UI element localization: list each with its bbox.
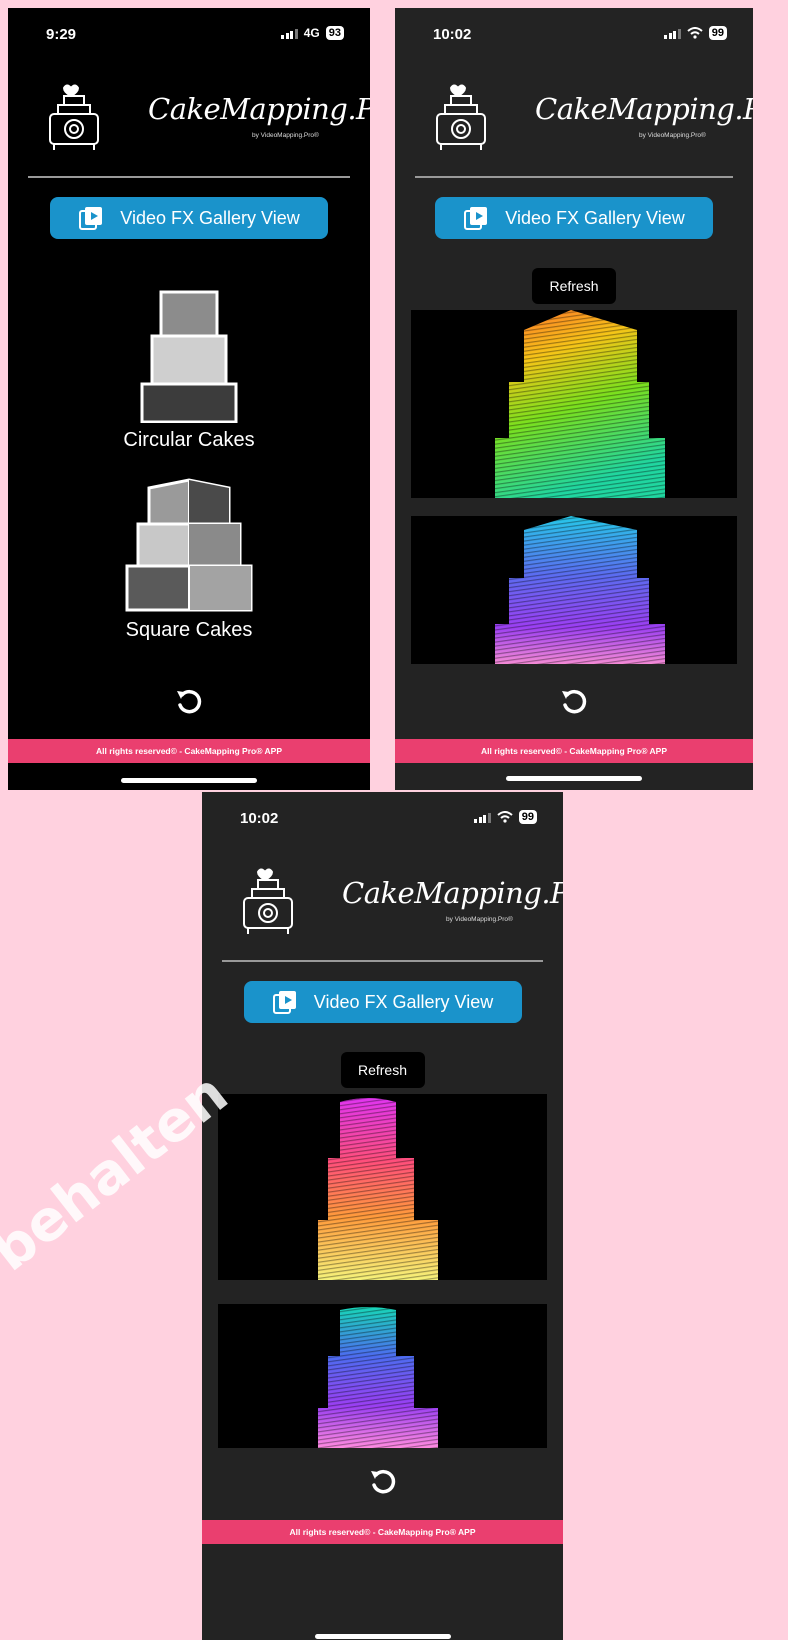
- square-cakes-option[interactable]: Square Cakes: [8, 478, 370, 642]
- circular-cake-icon: [140, 290, 238, 423]
- footer-bar: All rights reserved© - CakeMapping Pro® …: [395, 739, 753, 763]
- signal-icon: [281, 28, 298, 39]
- refresh-button[interactable]: Refresh: [340, 1052, 425, 1088]
- video-gallery-icon: [272, 991, 296, 1014]
- video-fx-gallery-button[interactable]: Video FX Gallery View: [50, 197, 328, 239]
- undo-icon[interactable]: [368, 1466, 398, 1496]
- header-divider: [415, 176, 733, 178]
- home-indicator[interactable]: [506, 776, 642, 781]
- status-time: 9:29: [46, 26, 77, 43]
- video-preview-2[interactable]: [218, 1304, 547, 1448]
- video-fx-gallery-button[interactable]: Video FX Gallery View: [435, 197, 713, 239]
- home-indicator[interactable]: [121, 778, 257, 783]
- undo-icon[interactable]: [174, 686, 204, 716]
- brand-logo: CakeMapping.Pro©: [148, 92, 370, 126]
- video-gallery-icon: [79, 207, 103, 230]
- network-type: 4G: [303, 26, 320, 40]
- video-preview-1[interactable]: [218, 1094, 547, 1280]
- brand-subtitle: by VideoMapping.Pro®: [446, 916, 513, 923]
- status-indicators: 99: [664, 26, 727, 40]
- app-header: CakeMapping.Pro© by VideoMapping.Pro®: [395, 82, 753, 160]
- battery-icon: 99: [708, 26, 727, 40]
- wifi-icon: [497, 811, 513, 823]
- brand-subtitle: by VideoMapping.Pro®: [252, 132, 319, 139]
- video-fx-gallery-label: Video FX Gallery View: [120, 207, 300, 228]
- square-cake-icon: [125, 478, 253, 612]
- wifi-icon: [687, 27, 703, 39]
- cake-camera-icon: [243, 868, 293, 934]
- status-indicators: 4G 93: [281, 26, 344, 40]
- video-fx-gallery-button[interactable]: Video FX Gallery View: [243, 981, 522, 1023]
- brand-logo: CakeMapping.Pro©: [342, 876, 563, 910]
- circular-cakes-option[interactable]: Circular Cakes: [8, 288, 370, 452]
- battery-icon: 93: [325, 26, 344, 40]
- phone-gallery-screen-2: 10:02 99 CakeMapping.Pro© by VideoMappin…: [202, 792, 563, 1640]
- phone-gallery-screen-1: 10:02 99 CakeMapping.Pro© by VideoMappin…: [395, 8, 753, 790]
- phone-home-screen: 9:29 4G 93 CakeMapping.Pro© by VideoMapp…: [8, 8, 370, 790]
- app-header: CakeMapping.Pro© by VideoMapping.Pro®: [202, 866, 563, 944]
- video-gallery-icon: [464, 207, 488, 230]
- circular-cakes-label: Circular Cakes: [123, 429, 255, 451]
- signal-icon: [664, 28, 681, 39]
- header-divider: [28, 176, 350, 178]
- footer-bar: All rights reserved© - CakeMapping Pro® …: [202, 1520, 563, 1544]
- video-fx-gallery-label: Video FX Gallery View: [313, 991, 494, 1012]
- signal-icon: [474, 812, 491, 823]
- purple-square-cake-preview: [495, 516, 665, 664]
- video-fx-gallery-label: Video FX Gallery View: [505, 207, 685, 228]
- header-divider: [222, 960, 543, 962]
- rainbow-square-cake-preview: [495, 310, 665, 498]
- battery-icon: 99: [518, 810, 537, 824]
- cyan-purple-round-cake-preview: [318, 1307, 438, 1448]
- video-preview-1[interactable]: [411, 310, 737, 498]
- refresh-button[interactable]: Refresh: [532, 268, 616, 304]
- status-time: 10:02: [240, 810, 279, 827]
- brand-subtitle: by VideoMapping.Pro®: [639, 132, 706, 139]
- video-preview-2[interactable]: [411, 516, 737, 664]
- home-indicator[interactable]: [314, 1634, 451, 1639]
- status-indicators: 99: [474, 810, 537, 824]
- square-cakes-label: Square Cakes: [125, 619, 253, 641]
- undo-icon[interactable]: [559, 686, 589, 716]
- cake-camera-icon: [436, 84, 486, 150]
- app-header: CakeMapping.Pro© by VideoMapping.Pro®: [8, 82, 370, 160]
- cake-camera-icon: [49, 84, 99, 150]
- brand-logo: CakeMapping.Pro©: [535, 92, 753, 126]
- footer-bar: All rights reserved© - CakeMapping Pro® …: [8, 739, 370, 763]
- rainbow-round-cake-preview: [318, 1098, 438, 1280]
- status-time: 10:02: [433, 26, 472, 43]
